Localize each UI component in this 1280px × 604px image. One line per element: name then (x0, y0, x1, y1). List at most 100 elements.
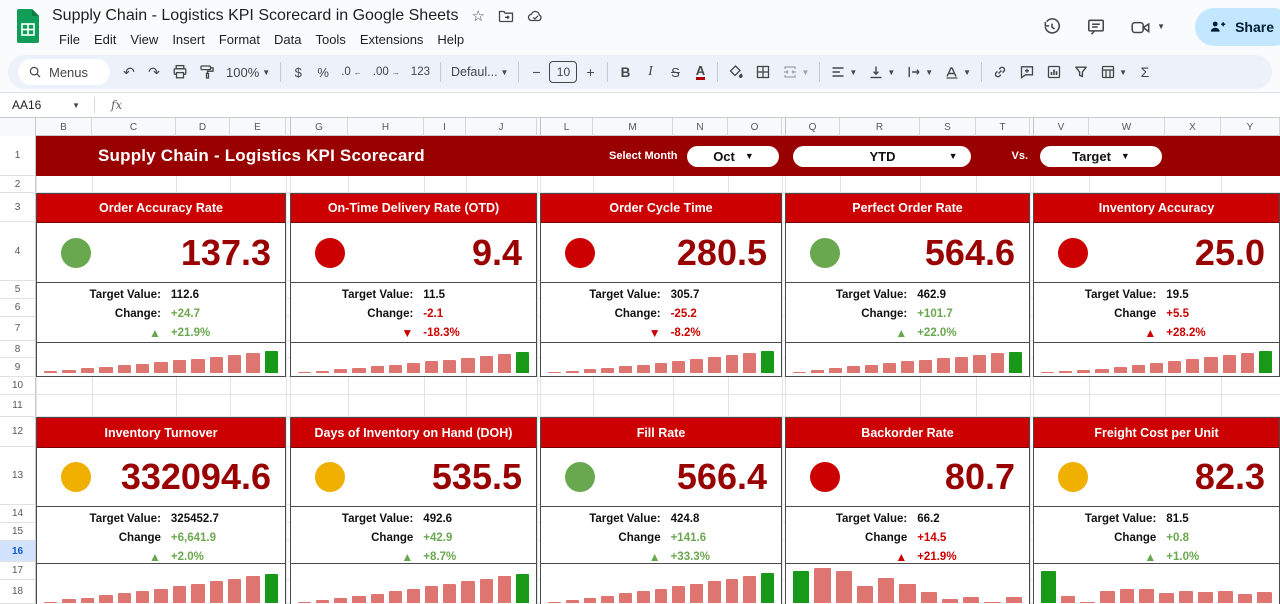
row-header-13[interactable]: 13 (0, 447, 36, 505)
column-header-H[interactable]: H (348, 118, 424, 136)
meet-camera-icon[interactable]: ▼ (1130, 17, 1165, 37)
menu-edit[interactable]: Edit (87, 31, 123, 48)
kpi-card-3[interactable]: Order Cycle Time280.5Target Value:305.7C… (540, 193, 782, 377)
row-header-12[interactable]: 12 (0, 417, 36, 447)
menu-file[interactable]: File (52, 31, 87, 48)
column-header-V[interactable]: V (1033, 118, 1089, 136)
column-header-I[interactable]: I (424, 118, 466, 136)
kpi-card-4[interactable]: Perfect Order Rate564.6Target Value:462.… (785, 193, 1030, 377)
menu-view[interactable]: View (123, 31, 165, 48)
month-dropdown[interactable]: Oct▼ (687, 146, 779, 167)
fill-color-button[interactable] (723, 59, 749, 85)
menu-extensions[interactable]: Extensions (353, 31, 431, 48)
menu-tools[interactable]: Tools (308, 31, 352, 48)
font-size-input[interactable]: 10 (549, 61, 577, 83)
merge-cells-button[interactable]: ▼ (777, 59, 814, 85)
column-header-G[interactable]: G (290, 118, 348, 136)
share-button[interactable]: Share (1195, 8, 1280, 46)
row-header-11[interactable]: 11 (0, 395, 36, 417)
column-header-X[interactable]: X (1165, 118, 1221, 136)
column-header-O[interactable]: O (728, 118, 782, 136)
kpi-card-6[interactable]: Inventory Turnover332094.6Target Value:3… (36, 417, 286, 604)
undo-button[interactable]: ↶ (117, 59, 141, 85)
menus-search-button[interactable]: Menus (18, 59, 110, 85)
font-select[interactable]: Defaul...▼ (446, 59, 513, 85)
filter-views-button[interactable]: ▼ (1095, 59, 1132, 85)
print-button[interactable] (167, 59, 193, 85)
decrease-decimal-button[interactable]: .0← (336, 59, 367, 85)
row-header-6[interactable]: 6 (0, 299, 36, 317)
vertical-align-button[interactable]: ▼ (863, 59, 900, 85)
select-all-corner[interactable] (0, 118, 36, 136)
cloud-status-icon[interactable] (527, 8, 544, 24)
row-header-4[interactable]: 4 (0, 222, 36, 281)
comments-icon[interactable] (1086, 17, 1106, 37)
format-percent-button[interactable]: % (311, 59, 335, 85)
row-header-8[interactable]: 8 (0, 341, 36, 358)
column-header-E[interactable]: E (230, 118, 286, 136)
row-header-17[interactable]: 17 (0, 562, 36, 580)
bold-button[interactable]: B (613, 59, 637, 85)
row-header-5[interactable]: 5 (0, 281, 36, 299)
menu-data[interactable]: Data (267, 31, 308, 48)
paint-format-button[interactable] (194, 59, 220, 85)
row-header-1[interactable]: 1 (0, 136, 36, 176)
period-dropdown[interactable]: YTD▼ (793, 146, 971, 167)
row-header-7[interactable]: 7 (0, 317, 36, 341)
kpi-card-8[interactable]: Fill Rate566.4Target Value:424.8Change+1… (540, 417, 782, 604)
row-header-2[interactable]: 2 (0, 176, 36, 193)
document-title[interactable]: Supply Chain - Logistics KPI Scorecard i… (52, 7, 458, 25)
column-header-N[interactable]: N (673, 118, 728, 136)
strikethrough-button[interactable]: S (663, 59, 687, 85)
insert-link-button[interactable] (987, 59, 1013, 85)
row-header-3[interactable]: 3 (0, 193, 36, 222)
italic-button[interactable]: I (638, 59, 662, 85)
name-box[interactable]: AA16 ▼ (0, 98, 88, 112)
kpi-card-2[interactable]: On-Time Delivery Rate (OTD)9.4Target Val… (290, 193, 537, 377)
row-header-14[interactable]: 14 (0, 505, 36, 523)
column-header-Y[interactable]: Y (1221, 118, 1280, 136)
kpi-card-5[interactable]: Inventory Accuracy25.0Target Value:19.5C… (1033, 193, 1280, 377)
borders-button[interactable] (750, 59, 776, 85)
menu-format[interactable]: Format (212, 31, 267, 48)
insert-comment-button[interactable] (1014, 59, 1040, 85)
text-color-button[interactable]: A (696, 64, 705, 81)
kpi-card-1[interactable]: Order Accuracy Rate137.3Target Value:112… (36, 193, 286, 377)
menu-insert[interactable]: Insert (165, 31, 212, 48)
row-header-18[interactable]: 18 (0, 580, 36, 604)
column-header-R[interactable]: R (840, 118, 920, 136)
row-header-15[interactable]: 15 (0, 523, 36, 541)
column-header-L[interactable]: L (540, 118, 593, 136)
row-header-9[interactable]: 9 (0, 358, 36, 377)
column-header-C[interactable]: C (92, 118, 176, 136)
kpi-card-10[interactable]: Freight Cost per Unit82.3Target Value:81… (1033, 417, 1280, 604)
column-header-B[interactable]: B (36, 118, 92, 136)
format-currency-button[interactable]: $ (286, 59, 310, 85)
row-header-10[interactable]: 10 (0, 377, 36, 395)
kpi-card-9[interactable]: Backorder Rate80.7Target Value:66.2Chang… (785, 417, 1030, 604)
text-wrap-button[interactable]: ▼ (901, 59, 938, 85)
row-header-16[interactable]: 16 (0, 541, 36, 562)
text-rotation-button[interactable]: ▼ (939, 59, 976, 85)
insert-chart-button[interactable] (1041, 59, 1067, 85)
compare-dropdown[interactable]: Target▼ (1040, 146, 1162, 167)
column-header-S[interactable]: S (920, 118, 976, 136)
column-header-W[interactable]: W (1089, 118, 1165, 136)
star-icon[interactable]: ☆ (471, 9, 484, 24)
column-header-J[interactable]: J (466, 118, 537, 136)
create-filter-button[interactable] (1068, 59, 1094, 85)
column-header-M[interactable]: M (593, 118, 673, 136)
kpi-card-7[interactable]: Days of Inventory on Hand (DOH)535.5Targ… (290, 417, 537, 604)
horizontal-align-button[interactable]: ▼ (825, 59, 862, 85)
move-folder-icon[interactable] (498, 8, 514, 24)
increase-decimal-button[interactable]: .00→ (368, 59, 405, 85)
redo-button[interactable]: ↷ (142, 59, 166, 85)
increase-font-size-button[interactable]: + (578, 59, 602, 85)
decrease-font-size-button[interactable]: − (524, 59, 548, 85)
version-history-icon[interactable] (1042, 17, 1062, 37)
menu-help[interactable]: Help (430, 31, 471, 48)
sheet-grid[interactable]: Supply Chain - Logistics KPI Scorecard S… (0, 136, 1280, 604)
functions-button[interactable]: Σ (1133, 59, 1157, 85)
column-header-T[interactable]: T (976, 118, 1030, 136)
sheets-logo-icon[interactable] (14, 9, 42, 45)
